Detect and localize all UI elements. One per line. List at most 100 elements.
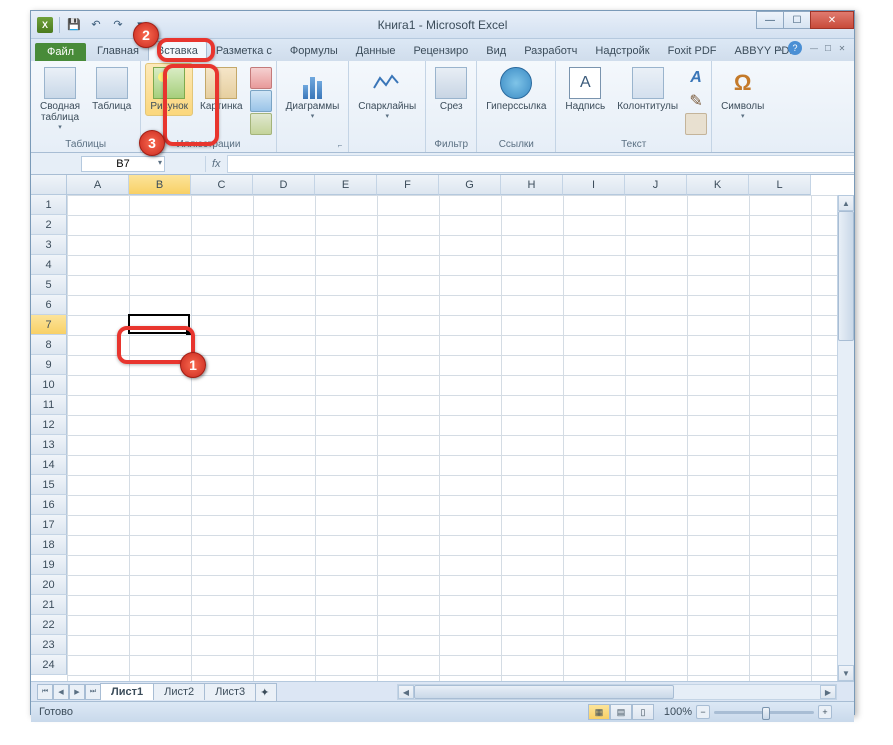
row-header-4[interactable]: 4	[31, 255, 67, 275]
row-header-8[interactable]: 8	[31, 335, 67, 355]
tab-view[interactable]: Вид	[477, 41, 515, 61]
row-header-11[interactable]: 11	[31, 395, 67, 415]
col-header-C[interactable]: C	[191, 175, 253, 195]
row-header-22[interactable]: 22	[31, 615, 67, 635]
maximize-button[interactable]: ☐	[783, 11, 811, 29]
col-header-E[interactable]: E	[315, 175, 377, 195]
qat-more-icon[interactable]: ▾	[132, 17, 148, 33]
view-normal-icon[interactable]: ▦	[588, 704, 610, 720]
row-header-17[interactable]: 17	[31, 515, 67, 535]
symbols-button[interactable]: Ω Символы ▾	[716, 63, 769, 124]
redo-icon[interactable]: ↷	[110, 17, 126, 33]
formula-input[interactable]	[227, 155, 854, 173]
row-header-14[interactable]: 14	[31, 455, 67, 475]
hyperlink-button[interactable]: Гиперссылка	[481, 63, 551, 116]
scroll-up-icon[interactable]: ▲	[838, 195, 854, 211]
signature-button[interactable]: ✎	[685, 90, 707, 112]
col-header-J[interactable]: J	[625, 175, 687, 195]
textbox-button[interactable]: A Надпись	[560, 63, 610, 116]
row-header-6[interactable]: 6	[31, 295, 67, 315]
hscroll-thumb[interactable]	[414, 685, 674, 699]
row-header-5[interactable]: 5	[31, 275, 67, 295]
sheet-nav-last[interactable]: ⏭	[85, 684, 101, 700]
table-button[interactable]: Таблица	[87, 63, 136, 116]
col-header-I[interactable]: I	[563, 175, 625, 195]
save-icon[interactable]: 💾	[66, 17, 82, 33]
row-header-7[interactable]: 7	[31, 315, 67, 335]
close-button[interactable]: ✕	[810, 11, 854, 29]
pivottable-button[interactable]: Сводная таблица ▾	[35, 63, 85, 135]
tab-insert[interactable]: Вставка	[148, 41, 207, 61]
help-icon[interactable]: ?	[788, 41, 802, 55]
col-header-H[interactable]: H	[501, 175, 563, 195]
row-header-13[interactable]: 13	[31, 435, 67, 455]
sheet-tab-1[interactable]: Лист1	[100, 683, 154, 700]
minimize-button[interactable]: —	[756, 11, 784, 29]
active-cell[interactable]	[128, 314, 190, 334]
col-header-K[interactable]: K	[687, 175, 749, 195]
slicer-button[interactable]: Срез	[430, 63, 472, 116]
col-header-B[interactable]: B	[129, 175, 191, 195]
zoom-in-button[interactable]: +	[818, 705, 832, 719]
row-header-20[interactable]: 20	[31, 575, 67, 595]
tab-formulas[interactable]: Формулы	[281, 41, 347, 61]
sheet-tab-2[interactable]: Лист2	[153, 683, 205, 700]
row-header-2[interactable]: 2	[31, 215, 67, 235]
horizontal-scrollbar[interactable]: ◀ ▶	[397, 684, 837, 700]
row-header-10[interactable]: 10	[31, 375, 67, 395]
scroll-right-icon[interactable]: ▶	[820, 685, 836, 699]
sheet-nav-first[interactable]: ⏮	[37, 684, 53, 700]
fx-icon[interactable]: fx	[205, 156, 227, 172]
workbook-close-icon[interactable]: ✕	[836, 42, 848, 54]
row-header-18[interactable]: 18	[31, 535, 67, 555]
tab-review[interactable]: Рецензиро	[405, 41, 478, 61]
row-header-12[interactable]: 12	[31, 415, 67, 435]
file-tab[interactable]: Файл	[35, 43, 86, 61]
row-header-9[interactable]: 9	[31, 355, 67, 375]
object-button[interactable]	[685, 113, 707, 135]
zoom-value[interactable]: 100%	[664, 706, 692, 718]
row-header-15[interactable]: 15	[31, 475, 67, 495]
sheet-nav-prev[interactable]: ◀	[53, 684, 69, 700]
sheet-nav-next[interactable]: ▶	[69, 684, 85, 700]
vertical-scrollbar[interactable]: ▲ ▼	[837, 195, 854, 681]
wordart-button[interactable]: A	[685, 67, 707, 89]
view-pagelayout-icon[interactable]: ▤	[610, 704, 632, 720]
undo-icon[interactable]: ↶	[88, 17, 104, 33]
view-pagebreak-icon[interactable]: ▯	[632, 704, 654, 720]
name-box[interactable]: B7	[81, 156, 165, 172]
scroll-left-icon[interactable]: ◀	[398, 685, 414, 699]
row-header-16[interactable]: 16	[31, 495, 67, 515]
sheet-tab-3[interactable]: Лист3	[204, 683, 256, 700]
workbook-minimize-icon[interactable]: —	[808, 42, 820, 54]
col-header-L[interactable]: L	[749, 175, 811, 195]
row-header-23[interactable]: 23	[31, 635, 67, 655]
vscroll-thumb[interactable]	[838, 211, 854, 341]
tab-developer[interactable]: Разработч	[515, 41, 586, 61]
scroll-down-icon[interactable]: ▼	[838, 665, 854, 681]
tab-addins[interactable]: Надстройк	[586, 41, 658, 61]
picture-button[interactable]: Рисунок	[145, 63, 193, 116]
workbook-restore-icon[interactable]: ☐	[822, 42, 834, 54]
shapes-button[interactable]	[250, 67, 272, 89]
sparklines-button[interactable]: Спарклайны ▾	[353, 63, 421, 124]
col-header-D[interactable]: D	[253, 175, 315, 195]
clipart-button[interactable]: Картинка	[195, 63, 248, 116]
zoom-slider[interactable]	[714, 711, 814, 714]
row-header-19[interactable]: 19	[31, 555, 67, 575]
cell-grid[interactable]	[67, 195, 837, 681]
tab-pagelayout[interactable]: Разметка с	[207, 41, 281, 61]
smartart-button[interactable]	[250, 90, 272, 112]
tab-foxit[interactable]: Foxit PDF	[659, 41, 726, 61]
row-header-24[interactable]: 24	[31, 655, 67, 675]
charts-button[interactable]: Диаграммы ▾	[281, 63, 345, 124]
headerfooter-button[interactable]: Колонтитулы	[612, 63, 683, 116]
zoom-out-button[interactable]: −	[696, 705, 710, 719]
tab-home[interactable]: Главная	[88, 41, 148, 61]
row-header-1[interactable]: 1	[31, 195, 67, 215]
col-header-G[interactable]: G	[439, 175, 501, 195]
col-header-A[interactable]: A	[67, 175, 129, 195]
col-header-F[interactable]: F	[377, 175, 439, 195]
select-all-corner[interactable]	[31, 175, 67, 195]
row-header-21[interactable]: 21	[31, 595, 67, 615]
